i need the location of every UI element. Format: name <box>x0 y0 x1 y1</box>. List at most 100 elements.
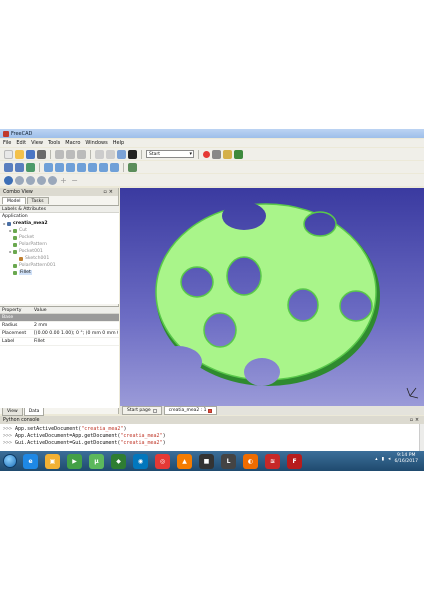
copy-icon[interactable] <box>66 149 75 159</box>
zoom-out-icon[interactable]: − <box>70 176 79 185</box>
close-icon[interactable] <box>208 408 213 413</box>
rear-view-icon[interactable] <box>88 162 97 172</box>
tab-start-page[interactable]: Start page <box>122 406 162 415</box>
tree-item[interactable]: PolarPattern001 <box>0 262 119 269</box>
combo-view-panel: Combo View ▫× Model Tasks Labels & Attri… <box>0 188 119 416</box>
freecad-icon[interactable]: F <box>287 453 302 469</box>
start-button[interactable] <box>3 454 17 468</box>
tree-item[interactable]: Pocket <box>0 234 119 241</box>
file-toolbar: Start <box>0 148 424 160</box>
menu-windows[interactable]: Windows <box>85 140 107 146</box>
tab-view[interactable]: View <box>2 408 23 416</box>
utorrent-icon[interactable]: µ <box>89 453 104 469</box>
tray-arrow-icon[interactable]: ▴ <box>375 457 377 462</box>
app-icon[interactable]: L <box>221 453 236 469</box>
menu-edit[interactable]: Edit <box>16 140 26 146</box>
title-bar: FreeCAD <box>0 129 424 138</box>
console-scrollbar[interactable] <box>419 424 424 451</box>
menu-view[interactable]: View <box>31 140 43 146</box>
record-macro-icon[interactable] <box>203 150 210 158</box>
property-value[interactable]: Fillet <box>32 338 118 345</box>
front-view-icon[interactable] <box>55 162 64 172</box>
app-icon[interactable]: ◉ <box>133 453 148 469</box>
property-value[interactable]: 2 mm <box>32 322 118 329</box>
fit-all-icon[interactable] <box>4 162 13 172</box>
feature-icon <box>7 221 11 226</box>
isometric-view-icon[interactable] <box>44 162 53 172</box>
tree-item[interactable]: ▸ Pocket001 <box>0 248 119 255</box>
redo-icon[interactable] <box>106 149 115 159</box>
navigation-toolbar: + − <box>0 174 424 186</box>
left-view-icon[interactable] <box>110 162 119 172</box>
media-icon[interactable]: ▶ <box>67 453 82 469</box>
property-row[interactable]: Label Fillet <box>0 338 119 346</box>
fit-selection-icon[interactable] <box>15 162 24 172</box>
reload-icon[interactable] <box>37 175 46 185</box>
console-prompt: >>> <box>3 433 13 439</box>
property-value[interactable] <box>32 314 118 321</box>
tab-document[interactable]: creatia_mea2 : 1 <box>163 406 218 415</box>
console-code: App.ActiveDocument=App.getDocument( <box>12 433 121 439</box>
execute-macro-icon[interactable] <box>234 149 243 159</box>
paste-icon[interactable] <box>77 149 86 159</box>
fillet-disc-model[interactable] <box>120 188 424 406</box>
measure-icon[interactable] <box>128 162 137 172</box>
clock[interactable]: 9:14 PM 6/16/2017 <box>394 453 418 465</box>
tree-item[interactable]: ▸ Cut <box>0 227 119 234</box>
network-icon[interactable]: ▮ <box>382 457 385 462</box>
menu-macro[interactable]: Macro <box>65 140 80 146</box>
undo-icon[interactable] <box>95 149 104 159</box>
ie-icon[interactable]: e <box>23 453 38 469</box>
tree-item[interactable]: ▸ creatia_mea2 <box>0 220 119 227</box>
console-controls[interactable]: ▫× <box>410 418 421 423</box>
whats-this-icon[interactable] <box>128 149 137 159</box>
vlc-icon[interactable]: ▲ <box>177 453 192 469</box>
save-icon[interactable] <box>26 149 35 159</box>
app-icon[interactable]: ■ <box>199 453 214 469</box>
right-view-icon[interactable] <box>77 162 86 172</box>
panel-controls[interactable]: ▫× <box>103 189 115 195</box>
open-folder-icon[interactable] <box>15 149 24 159</box>
cut-icon[interactable] <box>55 149 64 159</box>
property-group-row[interactable]: Base <box>0 314 119 322</box>
stop-macro-icon[interactable] <box>212 149 221 159</box>
3d-viewport[interactable] <box>120 188 424 406</box>
print-icon[interactable] <box>37 149 46 159</box>
explorer-icon[interactable]: ▣ <box>45 453 60 469</box>
workbench-selector[interactable]: Start <box>146 150 194 158</box>
chrome-icon[interactable]: ◎ <box>155 453 170 469</box>
console-str: "creatia_mea2" <box>120 433 163 439</box>
menu-help[interactable]: Help <box>113 140 124 146</box>
stop-icon[interactable] <box>48 175 57 185</box>
zoom-in-icon[interactable]: + <box>59 176 68 185</box>
volume-icon[interactable]: ◂ <box>388 457 390 462</box>
property-row[interactable]: Placement [(0.00 0.00 1.00); 0 °; (0 mm 0… <box>0 330 119 338</box>
back-icon[interactable] <box>15 175 24 185</box>
tree-item[interactable]: PolarPattern <box>0 241 119 248</box>
close-icon[interactable] <box>152 408 157 413</box>
tree-item[interactable]: Fillet <box>0 269 119 276</box>
menu-tools[interactable]: Tools <box>48 140 60 146</box>
tab-tasks[interactable]: Tasks <box>26 197 49 204</box>
firefox-icon[interactable]: ◐ <box>243 453 258 469</box>
new-file-icon[interactable] <box>4 149 13 159</box>
tree-item[interactable]: Sketch001 <box>0 255 119 262</box>
forward-icon[interactable] <box>26 175 35 185</box>
app-icon[interactable]: ◆ <box>111 453 126 469</box>
draw-style-icon[interactable] <box>26 162 35 172</box>
menu-file[interactable]: File <box>3 140 11 146</box>
property-row[interactable]: Radius 2 mm <box>0 322 119 330</box>
python-console[interactable]: >>> App.setActiveDocument("creatia_mea2"… <box>0 424 424 451</box>
bottom-view-icon[interactable] <box>99 162 108 172</box>
app-icon[interactable]: ≋ <box>265 453 280 469</box>
tab-model[interactable]: Model <box>2 197 26 204</box>
edit-macro-icon[interactable] <box>223 149 232 159</box>
console-lines: >>> App.setActiveDocument("creatia_mea2"… <box>3 426 421 447</box>
refresh-icon[interactable] <box>117 149 126 159</box>
top-view-icon[interactable] <box>66 162 75 172</box>
tab-data[interactable]: Data <box>23 408 45 416</box>
console-str: "creatia_mea2" <box>81 426 124 432</box>
property-value[interactable]: [(0.00 0.00 1.00); 0 °; (0 mm 0 mm 0 mm.… <box>32 330 118 337</box>
web-home-icon[interactable] <box>4 175 13 185</box>
console-str: "creatia_mea2" <box>120 440 163 446</box>
